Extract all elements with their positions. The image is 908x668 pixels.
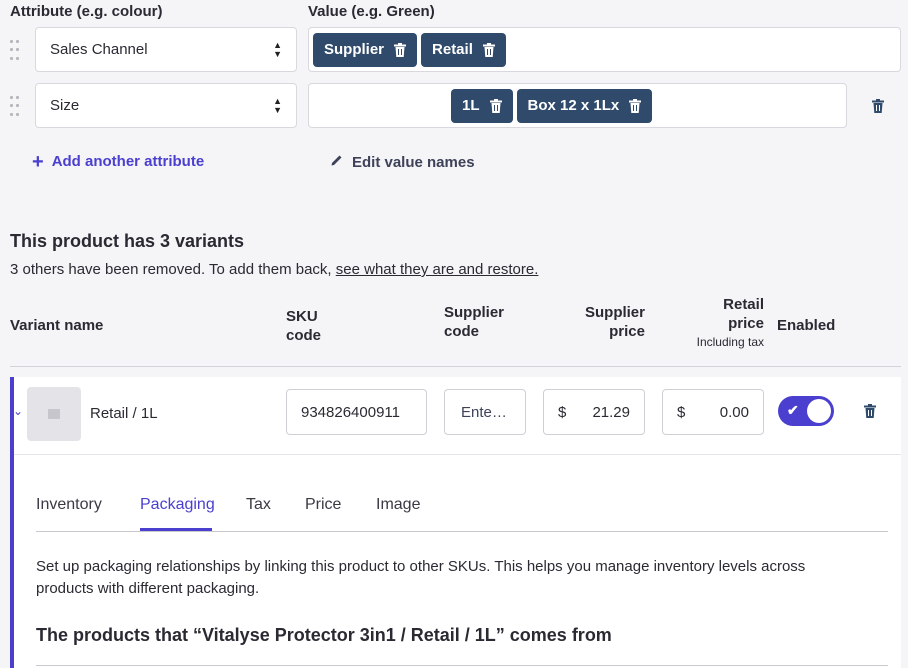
supplier-code-input[interactable]: Enter supplier code	[444, 389, 526, 435]
col-retail-price: Retail price Including tax	[680, 295, 764, 352]
value-chip-retail: Retail	[421, 32, 506, 67]
col-sku-code: SKU code	[286, 307, 321, 345]
drag-handle-icon[interactable]	[10, 40, 20, 62]
plus-icon: +	[32, 150, 44, 173]
chip-label: Supplier	[324, 41, 385, 58]
col-sku-line1: SKU	[286, 308, 318, 325]
chip-label: 1L	[462, 97, 480, 114]
attribute-column-label: Attribute (e.g. colour)	[10, 3, 163, 20]
trash-icon[interactable]	[482, 42, 495, 57]
col-supplier-price-line1: Supplier	[584, 304, 645, 321]
add-attribute-button[interactable]: + Add another attribute	[32, 150, 205, 173]
edit-value-names-button[interactable]: Edit value names	[330, 153, 475, 171]
supplier-price-input[interactable]: $ 21.29	[543, 389, 645, 435]
value-chip-1l: 1L	[451, 88, 513, 123]
col-enabled: Enabled	[777, 317, 836, 334]
value-chip-box: Box 12 x 1Lx	[516, 88, 653, 123]
add-attribute-label: Add another attribute	[51, 153, 205, 170]
trash-icon[interactable]	[629, 98, 642, 113]
attribute-select-sales-channel[interactable]: Sales Channel ▲ ▼	[35, 27, 297, 72]
enabled-toggle[interactable]: ✔	[778, 396, 834, 426]
tab-inventory[interactable]: Inventory	[36, 496, 102, 514]
packaging-description: Set up packaging relationships by linkin…	[36, 558, 806, 597]
supplier-code-placeholder: Enter supplier code	[461, 403, 509, 421]
col-retail-note: Including tax	[696, 335, 764, 349]
currency-symbol: $	[677, 403, 686, 421]
tab-price[interactable]: Price	[305, 496, 341, 514]
chevron-down-icon[interactable]: ⌄	[13, 404, 23, 418]
variants-title: This product has 3 variants	[10, 231, 245, 251]
tab-image[interactable]: Image	[376, 496, 420, 514]
variant-image-placeholder[interactable]	[27, 387, 81, 441]
col-variant-name: Variant name	[10, 317, 104, 334]
col-supplier-code-line2: code	[444, 323, 480, 340]
col-supplier-code: Supplier code	[444, 303, 504, 341]
col-supplier-code-line1: Supplier	[444, 304, 505, 321]
select-arrows-icon: ▲ ▼	[273, 39, 282, 59]
col-supplier-price-line2: price	[609, 323, 645, 340]
select-arrows-icon: ▲ ▼	[273, 95, 282, 115]
supplier-price-value: 21.29	[592, 403, 630, 421]
delete-variant-trash-icon[interactable]	[864, 404, 876, 423]
row-divider	[14, 454, 901, 455]
restore-link[interactable]: see what they are and restore.	[336, 261, 539, 278]
attribute-select-value: Sales Channel	[50, 41, 148, 58]
drag-handle-icon[interactable]	[10, 96, 20, 118]
col-retail-line2: price	[728, 315, 764, 332]
variants-removed-text: 3 others have been removed. To add them …	[10, 261, 538, 278]
col-retail-line1: Retail	[723, 296, 764, 313]
col-supplier-price: Supplier price	[560, 303, 645, 341]
value-chip-supplier: Supplier	[313, 32, 418, 67]
variant-name: Retail / 1L	[90, 405, 158, 422]
chip-label: Retail	[432, 41, 473, 58]
check-icon: ✔	[787, 402, 799, 418]
packaging-heading: The products that “Vitalyse Protector 3i…	[36, 625, 612, 645]
retail-price-value: 0.00	[719, 403, 749, 421]
currency-symbol: $	[558, 403, 567, 421]
attribute-select-size[interactable]: Size ▲ ▼	[35, 83, 297, 128]
col-sku-line2: code	[286, 327, 322, 344]
sku-input[interactable]: 934826400911	[286, 389, 427, 435]
attribute-select-value: Size	[50, 97, 80, 114]
value-input-size[interactable]: 1L Box 12 x 1Lx	[308, 83, 847, 128]
toggle-knob	[807, 399, 831, 423]
trash-icon[interactable]	[394, 42, 407, 57]
table-header-divider	[10, 366, 901, 367]
tab-packaging[interactable]: Packaging	[140, 496, 215, 514]
value-input-sales-channel[interactable]: Supplier Retail	[308, 27, 901, 72]
removed-text: 3 others have been removed. To add them …	[10, 261, 336, 278]
trash-icon[interactable]	[489, 98, 502, 113]
tabs-divider	[36, 531, 888, 532]
pencil-icon	[330, 153, 344, 171]
image-icon	[48, 409, 60, 419]
edit-value-names-label: Edit value names	[352, 153, 475, 171]
tab-tax[interactable]: Tax	[246, 496, 271, 514]
value-column-label: Value (e.g. Green)	[308, 3, 435, 20]
packaging-divider	[36, 665, 888, 666]
chip-label: Box 12 x 1Lx	[527, 97, 620, 114]
retail-price-input[interactable]: $ 0.00	[662, 389, 764, 435]
delete-attribute-trash-icon[interactable]	[872, 99, 884, 118]
